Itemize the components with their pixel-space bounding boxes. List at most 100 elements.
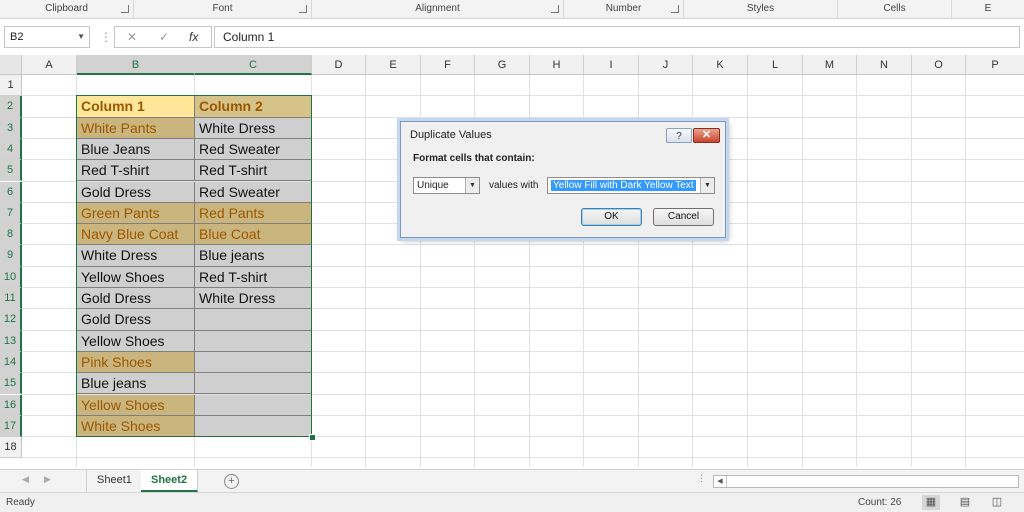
- duplicate-unique-select[interactable]: Unique ▼: [413, 177, 480, 194]
- cell-c7[interactable]: Red Pants: [195, 202, 312, 225]
- row-header-6[interactable]: 6: [0, 181, 22, 203]
- column-header-l[interactable]: L: [748, 55, 803, 75]
- cell-b12[interactable]: Gold Dress: [77, 309, 195, 331]
- help-button[interactable]: ?: [666, 128, 692, 143]
- page-layout-view-icon[interactable]: ▤: [956, 495, 974, 510]
- cell-b15[interactable]: Blue jeans: [77, 373, 195, 395]
- cancel-button[interactable]: Cancel: [653, 208, 714, 226]
- cell-c10[interactable]: Red T-shirt: [195, 266, 312, 288]
- cell-c14[interactable]: [195, 351, 312, 374]
- column-header-h[interactable]: H: [530, 55, 584, 75]
- name-box[interactable]: B2 ▼: [4, 26, 90, 48]
- tab-sheet2[interactable]: Sheet2: [141, 470, 199, 492]
- column-header-g[interactable]: G: [475, 55, 530, 75]
- scroll-left-icon[interactable]: ◀: [22, 474, 29, 485]
- cell-c11[interactable]: White Dress: [195, 288, 312, 310]
- row-header-1[interactable]: 1: [0, 75, 22, 97]
- cell-b17[interactable]: White Shoes: [77, 415, 195, 438]
- column-header-a[interactable]: A: [22, 55, 77, 75]
- column-header-i[interactable]: I: [584, 55, 639, 75]
- cell-c3[interactable]: White Dress: [195, 117, 312, 139]
- column-header-k[interactable]: K: [693, 55, 748, 75]
- formula-input[interactable]: Column 1: [214, 26, 1020, 48]
- cell-c4[interactable]: Red Sweater: [195, 138, 312, 161]
- page-break-view-icon[interactable]: ◫: [988, 495, 1006, 510]
- row-header-8[interactable]: 8: [0, 224, 22, 246]
- column-header-m[interactable]: M: [803, 55, 857, 75]
- row-header-10[interactable]: 10: [0, 266, 22, 288]
- scroll-right-icon[interactable]: ▶: [44, 474, 51, 485]
- close-button[interactable]: ✕: [693, 128, 720, 143]
- format-select[interactable]: Yellow Fill with Dark Yellow Text ▼: [547, 177, 715, 194]
- row-header-11[interactable]: 11: [0, 288, 22, 310]
- cell-c15[interactable]: [195, 373, 312, 395]
- status-bar: Ready Count: 26 ▦ ▤ ◫: [0, 492, 1024, 512]
- cell-b8[interactable]: Navy Blue Coat: [77, 224, 195, 246]
- tab-split-grip-icon[interactable]: ⋮: [697, 473, 706, 484]
- row-header-17[interactable]: 17: [0, 415, 22, 438]
- column-header-j[interactable]: J: [639, 55, 693, 75]
- cell-c8[interactable]: Blue Coat: [195, 224, 312, 246]
- cell-b7[interactable]: Green Pants: [77, 202, 195, 225]
- enter-icon[interactable]: ✓: [159, 30, 169, 44]
- cell-b13[interactable]: Yellow Shoes: [77, 330, 195, 352]
- row-header-12[interactable]: 12: [0, 309, 22, 331]
- formula-bar-grip-icon[interactable]: ⋮: [100, 30, 112, 44]
- column-header-o[interactable]: O: [912, 55, 966, 75]
- cell-c12[interactable]: [195, 309, 312, 331]
- row-header-14[interactable]: 14: [0, 351, 22, 374]
- insert-function-icon[interactable]: fx: [189, 30, 198, 44]
- row-header-4[interactable]: 4: [0, 138, 22, 161]
- row-header-13[interactable]: 13: [0, 330, 22, 352]
- row-header-16[interactable]: 16: [0, 394, 22, 416]
- cell-b6[interactable]: Gold Dress: [77, 181, 195, 203]
- scroll-left-icon[interactable]: ◀: [714, 476, 727, 487]
- dialog-launcher-icon[interactable]: [671, 5, 679, 13]
- column-header-f[interactable]: F: [421, 55, 475, 75]
- fill-handle[interactable]: [309, 434, 316, 442]
- column-header-p[interactable]: P: [966, 55, 1024, 75]
- chevron-down-icon[interactable]: ▼: [700, 178, 714, 193]
- dialog-launcher-icon[interactable]: [121, 5, 129, 13]
- cell-c2[interactable]: Column 2: [195, 96, 312, 118]
- cell-c13[interactable]: [195, 330, 312, 352]
- add-sheet-icon[interactable]: +: [224, 474, 239, 489]
- ok-button[interactable]: OK: [581, 208, 642, 226]
- dialog-launcher-icon[interactable]: [551, 5, 559, 13]
- column-header-n[interactable]: N: [857, 55, 912, 75]
- row-header-7[interactable]: 7: [0, 202, 22, 225]
- cell-c16[interactable]: [195, 394, 312, 416]
- cell-b5[interactable]: Red T-shirt: [77, 160, 195, 182]
- row-header-3[interactable]: 3: [0, 117, 22, 139]
- cell-b10[interactable]: Yellow Shoes: [77, 266, 195, 288]
- cell-c6[interactable]: Red Sweater: [195, 181, 312, 203]
- column-header-c[interactable]: C: [195, 55, 312, 75]
- cell-c9[interactable]: Blue jeans: [195, 245, 312, 267]
- dialog-launcher-icon[interactable]: [299, 5, 307, 13]
- normal-view-icon[interactable]: ▦: [922, 495, 940, 510]
- cell-b14[interactable]: Pink Shoes: [77, 351, 195, 374]
- tab-sheet1[interactable]: Sheet1: [86, 470, 143, 492]
- cell-b11[interactable]: Gold Dress: [77, 288, 195, 310]
- cell-b16[interactable]: Yellow Shoes: [77, 394, 195, 416]
- chevron-down-icon[interactable]: ▼: [465, 178, 479, 193]
- ribbon-group-label: Clipboard: [45, 3, 88, 14]
- cell-b2[interactable]: Column 1: [77, 96, 195, 118]
- row-header-18[interactable]: 18: [0, 437, 22, 459]
- column-header-e[interactable]: E: [366, 55, 421, 75]
- row-header-5[interactable]: 5: [0, 160, 22, 182]
- chevron-down-icon[interactable]: ▼: [77, 27, 85, 47]
- cell-c17[interactable]: [195, 415, 312, 438]
- cell-b4[interactable]: Blue Jeans: [77, 138, 195, 161]
- row-header-15[interactable]: 15: [0, 373, 22, 395]
- cell-b9[interactable]: White Dress: [77, 245, 195, 267]
- cell-b3[interactable]: White Pants: [77, 117, 195, 139]
- cell-c5[interactable]: Red T-shirt: [195, 160, 312, 182]
- row-header-2[interactable]: 2: [0, 96, 22, 118]
- row-header-9[interactable]: 9: [0, 245, 22, 267]
- cancel-icon[interactable]: ✕: [127, 30, 137, 44]
- select-all-corner[interactable]: [0, 55, 22, 75]
- column-header-d[interactable]: D: [312, 55, 366, 75]
- column-header-b[interactable]: B: [77, 55, 195, 75]
- horizontal-scrollbar[interactable]: ◀: [713, 475, 1019, 488]
